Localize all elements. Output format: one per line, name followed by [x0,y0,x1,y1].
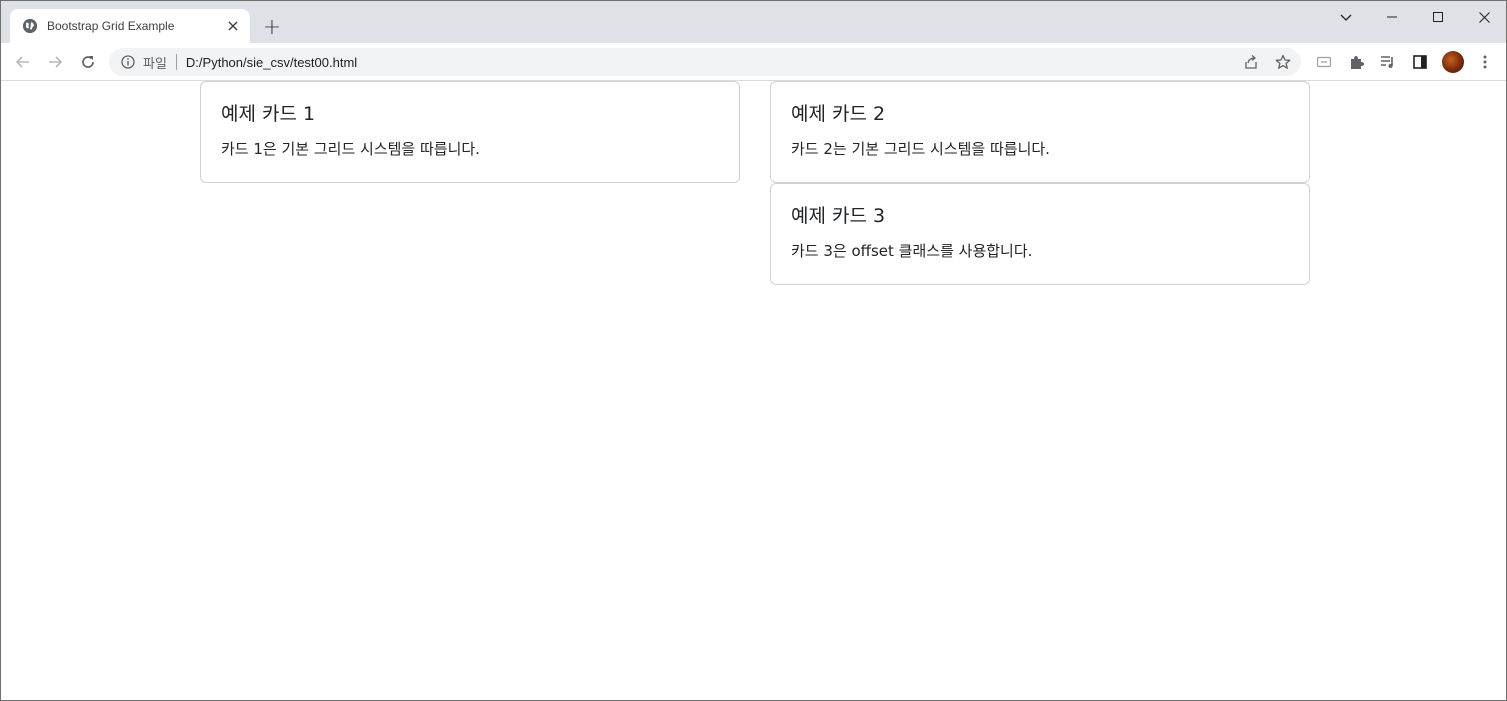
card-title: 예제 카드 3 [791,205,886,227]
side-panel-icon[interactable] [1410,52,1430,72]
new-tab-button[interactable]: + [260,15,284,40]
card-text: 카드 1은 기본 그리드 시스템을 따릅니다. [221,139,480,158]
card-title: 예제 카드 1 [221,103,316,125]
card-3: 예제 카드 3 카드 3은 offset 클래스를 사용합니다. [770,183,1310,285]
browser-window: Bootstrap Grid Example + 파일 D:/Python/si… [0,0,1507,701]
reload-icon[interactable] [75,49,101,75]
star-icon[interactable] [1273,52,1293,72]
address-bar[interactable]: 파일 D:/Python/sie_csv/test00.html [109,48,1301,76]
extensions-icon[interactable] [1346,52,1366,72]
tab-strip: Bootstrap Grid Example + [1,1,1506,43]
card-2: 예제 카드 2 카드 2는 기본 그리드 시스템을 따릅니다. [770,81,1310,183]
tab-title: Bootstrap Grid Example [47,19,175,33]
separator [175,54,177,70]
forward-arrow-icon[interactable] [42,49,68,75]
globe-icon [23,19,37,33]
profile-avatar[interactable] [1442,51,1464,73]
card-text: 카드 2는 기본 그리드 시스템을 따릅니다. [791,139,1050,158]
browser-tab[interactable]: Bootstrap Grid Example [10,9,250,43]
minimize-icon[interactable] [1369,1,1415,33]
media-control-icon[interactable] [1378,52,1398,72]
reading-mode-icon[interactable] [1314,52,1334,72]
window-close-icon[interactable] [1461,1,1506,33]
scheme-label: 파일 [143,55,167,71]
share-icon[interactable] [1241,52,1261,72]
back-arrow-icon[interactable] [10,49,36,75]
info-icon[interactable] [121,55,135,69]
card-text: 카드 3은 offset 클래스를 사용합니다. [791,241,1033,260]
maximize-icon[interactable] [1415,1,1461,33]
page-content: 예제 카드 1 카드 1은 기본 그리드 시스템을 따릅니다. 예제 카드 2 … [1,81,1506,700]
card-1: 예제 카드 1 카드 1은 기본 그리드 시스템을 따릅니다. [200,81,740,183]
card-title: 예제 카드 2 [791,103,886,125]
more-menu-icon[interactable] [1475,52,1495,72]
close-icon[interactable] [225,18,241,34]
url-text[interactable]: D:/Python/sie_csv/test00.html [186,55,357,70]
chevron-down-icon[interactable] [1323,1,1369,33]
omnibox-actions [1241,52,1293,72]
browser-toolbar: 파일 D:/Python/sie_csv/test00.html [1,43,1506,81]
